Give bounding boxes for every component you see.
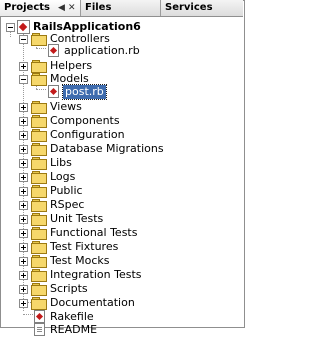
tree-node-documentation[interactable]: Documentation bbox=[0, 296, 243, 310]
expand-icon[interactable] bbox=[19, 243, 28, 252]
tab-services[interactable]: Services bbox=[161, 0, 243, 16]
expand-icon[interactable] bbox=[19, 285, 28, 294]
expand-icon[interactable] bbox=[19, 201, 28, 210]
expand-icon[interactable] bbox=[19, 187, 28, 196]
expand-icon[interactable] bbox=[19, 229, 28, 238]
tree-node-rakefile[interactable]: Rakefile bbox=[0, 310, 243, 324]
tree-node-test-fixtures[interactable]: Test Fixtures bbox=[0, 240, 243, 254]
folder-icon bbox=[31, 297, 47, 310]
rakefile-label: Rakefile bbox=[50, 310, 94, 323]
folder-icon bbox=[31, 143, 47, 156]
expand-icon[interactable] bbox=[19, 299, 28, 308]
expand-icon[interactable] bbox=[19, 145, 28, 154]
documentation-label: Documentation bbox=[50, 296, 135, 309]
folder-icon bbox=[31, 227, 47, 240]
configuration-label: Configuration bbox=[50, 128, 125, 141]
tab-services-label: Services bbox=[165, 2, 213, 13]
tab-projects-label: Projects bbox=[4, 2, 51, 13]
tree-node-functional-tests[interactable]: Functional Tests bbox=[0, 226, 243, 240]
collapse-icon[interactable] bbox=[6, 23, 15, 32]
test-mocks-label: Test Mocks bbox=[50, 254, 110, 267]
tree-node-post-rb[interactable]: post.rb bbox=[0, 84, 243, 100]
tab-bar: Projects ◀ ✕ Files Services bbox=[0, 0, 243, 17]
folder-icon bbox=[31, 255, 47, 268]
tree-node-public[interactable]: Public bbox=[0, 184, 243, 198]
components-label: Components bbox=[50, 114, 120, 127]
tree-node-test-mocks[interactable]: Test Mocks bbox=[0, 254, 243, 268]
folder-icon bbox=[31, 101, 47, 114]
database-migrations-label: Database Migrations bbox=[50, 142, 164, 155]
tree-node-database-migrations[interactable]: Database Migrations bbox=[0, 142, 243, 156]
folder-icon bbox=[31, 213, 47, 226]
tree-node-libs[interactable]: Libs bbox=[0, 156, 243, 170]
tree-node-rspec[interactable]: RSpec bbox=[0, 198, 243, 212]
rspec-label: RSpec bbox=[50, 198, 85, 211]
test-fixtures-label: Test Fixtures bbox=[50, 240, 119, 253]
folder-icon bbox=[31, 241, 47, 254]
application-rb-label: application.rb bbox=[64, 44, 140, 57]
expand-icon[interactable] bbox=[19, 271, 28, 280]
post-rb-label: post.rb bbox=[62, 84, 107, 100]
tree-node-unit-tests[interactable]: Unit Tests bbox=[0, 212, 243, 226]
helpers-label: Helpers bbox=[50, 59, 93, 72]
minimize-icon[interactable]: ◀ bbox=[58, 0, 65, 16]
folder-icon bbox=[31, 171, 47, 184]
folder-icon bbox=[31, 73, 47, 86]
readme-label: README bbox=[50, 323, 98, 336]
tree-node-readme[interactable]: README bbox=[0, 323, 243, 337]
folder-icon bbox=[31, 129, 47, 142]
tree-node-helpers[interactable]: Helpers bbox=[0, 59, 243, 73]
expand-icon[interactable] bbox=[19, 257, 28, 266]
expand-icon[interactable] bbox=[19, 159, 28, 168]
logs-label: Logs bbox=[50, 170, 76, 183]
integration-tests-label: Integration Tests bbox=[50, 268, 142, 281]
tree-node-views[interactable]: Views bbox=[0, 100, 243, 114]
ruby-file-icon bbox=[34, 310, 45, 323]
tree-node-components[interactable]: Components bbox=[0, 114, 243, 128]
folder-icon bbox=[31, 199, 47, 212]
collapse-icon[interactable] bbox=[19, 75, 28, 84]
close-icon[interactable]: ✕ bbox=[68, 0, 76, 16]
libs-label: Libs bbox=[50, 156, 72, 169]
ruby-file-icon bbox=[48, 44, 59, 57]
expand-icon[interactable] bbox=[19, 131, 28, 140]
expand-icon[interactable] bbox=[19, 62, 28, 71]
tab-files[interactable]: Files bbox=[81, 0, 161, 16]
folder-icon bbox=[31, 60, 47, 73]
expand-icon[interactable] bbox=[19, 173, 28, 182]
collapse-icon[interactable] bbox=[19, 35, 28, 44]
folder-icon bbox=[31, 269, 47, 282]
folder-icon bbox=[31, 157, 47, 170]
scripts-label: Scripts bbox=[50, 282, 88, 295]
functional-tests-label: Functional Tests bbox=[50, 226, 138, 239]
models-label: Models bbox=[50, 72, 89, 85]
folder-icon bbox=[31, 185, 47, 198]
tree-node-application-rb[interactable]: application.rb bbox=[0, 44, 243, 58]
expand-icon[interactable] bbox=[19, 215, 28, 224]
expand-icon[interactable] bbox=[19, 117, 28, 126]
ruby-file-icon bbox=[48, 85, 59, 98]
expand-icon[interactable] bbox=[19, 103, 28, 112]
tree-node-scripts[interactable]: Scripts bbox=[0, 282, 243, 296]
text-file-icon bbox=[34, 323, 45, 336]
project-tree: RailsApplication6 Controllers applicatio… bbox=[0, 17, 243, 336]
tree-node-integration-tests[interactable]: Integration Tests bbox=[0, 268, 243, 282]
folder-icon bbox=[31, 115, 47, 128]
tree-node-models[interactable]: Models bbox=[0, 72, 243, 86]
views-label: Views bbox=[50, 100, 82, 113]
tab-files-label: Files bbox=[85, 2, 112, 13]
folder-icon bbox=[31, 283, 47, 296]
tree-node-configuration[interactable]: Configuration bbox=[0, 128, 243, 142]
public-label: Public bbox=[50, 184, 83, 197]
unit-tests-label: Unit Tests bbox=[50, 212, 104, 225]
tree-node-logs[interactable]: Logs bbox=[0, 170, 243, 184]
